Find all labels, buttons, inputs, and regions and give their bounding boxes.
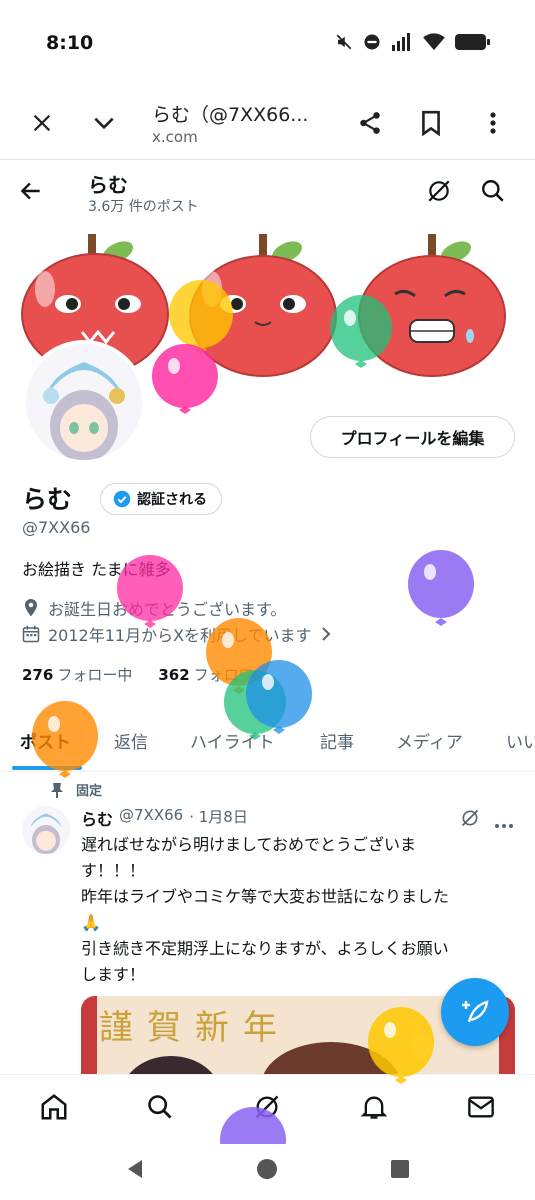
system-back-icon[interactable] [124, 1158, 146, 1180]
more-vert-icon [490, 112, 496, 134]
tab-articles[interactable]: 記事 [320, 728, 354, 753]
battery-icon [455, 34, 490, 50]
post-header: らむ @7XX66 · 1月8日 [81, 806, 248, 830]
tab-media[interactable]: メディア [396, 728, 463, 753]
post-text: 遅ればせながら明けましておめでとうございま す！！！ 昨年はライブやコミケ等で大… [81, 835, 450, 984]
browser-toolbar: らむ（@7XX66... x.com [0, 86, 535, 160]
post-more-button[interactable] [494, 814, 514, 833]
avatar-image [26, 344, 142, 460]
nav-home[interactable] [34, 1087, 74, 1127]
edit-profile-button[interactable]: プロフィールを編集 [310, 416, 515, 458]
back-button[interactable] [18, 178, 44, 208]
nav-messages[interactable] [461, 1087, 501, 1127]
status-time: 8:10 [46, 32, 94, 54]
more-horiz-icon [495, 824, 513, 828]
balloon-pink [152, 344, 218, 414]
search-button[interactable] [480, 178, 506, 208]
menu-button[interactable] [469, 86, 517, 160]
verify-label: 認証される [137, 492, 207, 508]
share-icon [360, 112, 380, 134]
home-icon [41, 1094, 67, 1120]
balloon-purple [408, 550, 474, 626]
post-author-handle[interactable]: @7XX66 [119, 806, 183, 830]
close-icon [33, 114, 51, 132]
status-icons [335, 33, 491, 51]
following-count: 276 [22, 666, 54, 684]
system-recents-icon[interactable] [390, 1159, 410, 1179]
bookmark-button[interactable] [407, 86, 455, 160]
tab-replies[interactable]: 返信 [114, 728, 148, 753]
signal-icon [392, 33, 410, 51]
header-post-count: 3.6万 件のポスト [88, 199, 199, 215]
followers-count: 362 [158, 666, 190, 684]
compose-button[interactable] [441, 978, 509, 1046]
balloon-blue [246, 660, 312, 734]
chevron-button[interactable] [80, 86, 128, 160]
grok-icon [461, 809, 479, 827]
following-label: フォロー中 [57, 666, 133, 684]
search-icon [482, 180, 504, 202]
bookmark-icon [422, 110, 440, 136]
calendar-icon [22, 625, 40, 643]
profile-name: らむ [22, 485, 73, 514]
bell-icon [360, 1096, 388, 1119]
balloon-pink [117, 555, 183, 628]
search-icon [148, 1095, 172, 1119]
chevron-right-icon [321, 627, 330, 641]
balloon-purple [220, 1107, 286, 1144]
balloon-orange [32, 701, 98, 778]
wifi-icon [423, 33, 445, 51]
post-avatar-image [22, 806, 70, 854]
location-icon [25, 599, 37, 617]
back-arrow-icon [20, 182, 40, 200]
tab-title[interactable]: らむ（@7XX66... [152, 100, 308, 127]
post-grok-button[interactable] [460, 808, 480, 832]
dnd-icon [364, 34, 380, 50]
mail-icon [468, 1096, 494, 1118]
profile-handle: @7XX66 [22, 518, 91, 537]
system-navigation [0, 1138, 535, 1200]
grok-icon [428, 180, 450, 202]
grok-button[interactable] [426, 178, 452, 208]
post-date[interactable]: · 1月8日 [189, 806, 248, 830]
system-home-icon[interactable] [256, 1158, 278, 1180]
profile-header: らむ 3.6万 件のポスト [0, 160, 535, 224]
following-link[interactable]: 276 フォロー中 [22, 664, 132, 685]
balloon-green [330, 295, 392, 368]
share-button[interactable] [346, 86, 394, 160]
profile-avatar[interactable] [22, 340, 146, 464]
post-author-name[interactable]: らむ [81, 806, 113, 830]
chevron-down-icon [94, 117, 114, 130]
balloon-yellow [368, 1007, 434, 1084]
post-image-text: 謹賀新年 [99, 1008, 291, 1048]
close-tab-button[interactable] [18, 86, 66, 160]
nav-search[interactable] [140, 1087, 180, 1127]
mute-icon [336, 34, 352, 50]
tab-url[interactable]: x.com [152, 128, 198, 146]
compose-icon [462, 1000, 489, 1023]
status-bar: 8:10 [0, 0, 535, 86]
tab-likes[interactable]: いいね [506, 728, 535, 753]
post-avatar[interactable] [22, 806, 70, 854]
get-verified-button[interactable]: 認証される [100, 483, 222, 515]
verified-badge-icon [113, 490, 131, 508]
header-name: らむ [88, 173, 128, 197]
